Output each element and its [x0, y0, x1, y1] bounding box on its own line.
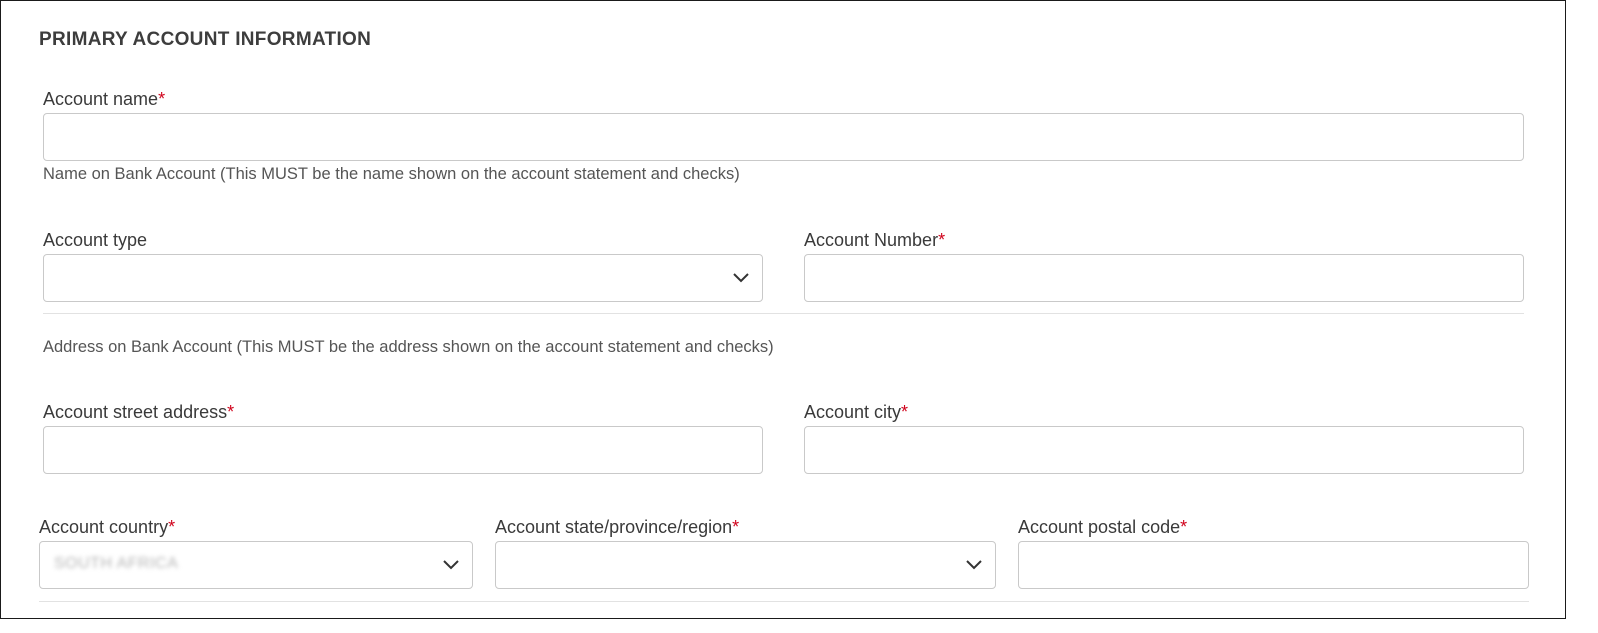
account-type-select[interactable]	[43, 254, 763, 302]
required-marker: *	[1180, 517, 1188, 537]
account-type-label: Account type	[43, 230, 147, 251]
street-field[interactable]	[43, 426, 763, 474]
account-number-label-text: Account Number	[804, 230, 939, 250]
postal-input[interactable]	[1019, 542, 1528, 588]
required-marker: *	[938, 230, 946, 250]
city-label: Account city*	[804, 402, 908, 423]
city-input[interactable]	[805, 427, 1523, 473]
divider	[39, 601, 1529, 602]
country-label: Account country*	[39, 517, 175, 538]
account-name-hint: Name on Bank Account (This MUST be the n…	[43, 165, 740, 183]
account-number-label: Account Number*	[804, 230, 945, 251]
postal-field[interactable]	[1018, 541, 1529, 589]
account-type-label-text: Account type	[43, 230, 148, 250]
account-name-input[interactable]	[44, 114, 1523, 160]
country-label-text: Account country	[39, 517, 169, 537]
country-value: SOUTH AFRICA	[54, 555, 179, 572]
required-marker: *	[901, 402, 909, 422]
chevron-down-icon	[733, 273, 749, 283]
city-field[interactable]	[804, 426, 1524, 474]
account-number-field[interactable]	[804, 254, 1524, 302]
divider	[43, 313, 1524, 314]
street-label-text: Account street address	[43, 402, 228, 422]
street-label: Account street address*	[43, 402, 234, 423]
state-label-text: Account state/province/region	[495, 517, 733, 537]
required-marker: *	[227, 402, 235, 422]
chevron-down-icon	[443, 560, 459, 570]
postal-label-text: Account postal code	[1018, 517, 1181, 537]
section-title: PRIMARY ACCOUNT INFORMATION	[39, 29, 372, 50]
state-select[interactable]	[495, 541, 996, 589]
state-label: Account state/province/region*	[495, 517, 739, 538]
required-marker: *	[168, 517, 176, 537]
address-note: Address on Bank Account (This MUST be th…	[43, 338, 774, 356]
chevron-down-icon	[966, 560, 982, 570]
postal-label: Account postal code*	[1018, 517, 1187, 538]
account-name-label: Account name*	[43, 89, 165, 110]
street-input[interactable]	[44, 427, 762, 473]
account-number-input[interactable]	[805, 255, 1523, 301]
required-marker: *	[732, 517, 740, 537]
account-name-field[interactable]	[43, 113, 1524, 161]
city-label-text: Account city	[804, 402, 902, 422]
account-name-label-text: Account name	[43, 89, 159, 109]
required-marker: *	[158, 89, 166, 109]
account-form-panel: PRIMARY ACCOUNT INFORMATION Account name…	[0, 0, 1566, 619]
country-select[interactable]: SOUTH AFRICA	[39, 541, 473, 589]
